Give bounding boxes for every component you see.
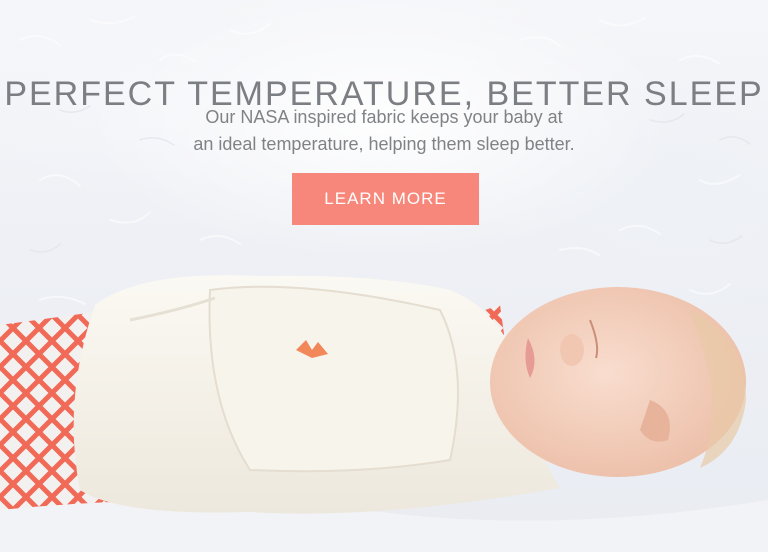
hero-subtext-line-2: an ideal temperature, helping them sleep… [193, 134, 575, 154]
learn-more-button[interactable]: LEARN MORE [292, 173, 479, 225]
swaddled-baby-image [0, 275, 768, 552]
hero-subtext-line-1: Our NASA inspired fabric keeps your baby… [205, 107, 563, 127]
hero-banner: PERFECT TEMPERATURE, BETTER SLEEP Our NA… [0, 0, 768, 552]
hero-subtext: Our NASA inspired fabric keeps your baby… [134, 104, 634, 158]
